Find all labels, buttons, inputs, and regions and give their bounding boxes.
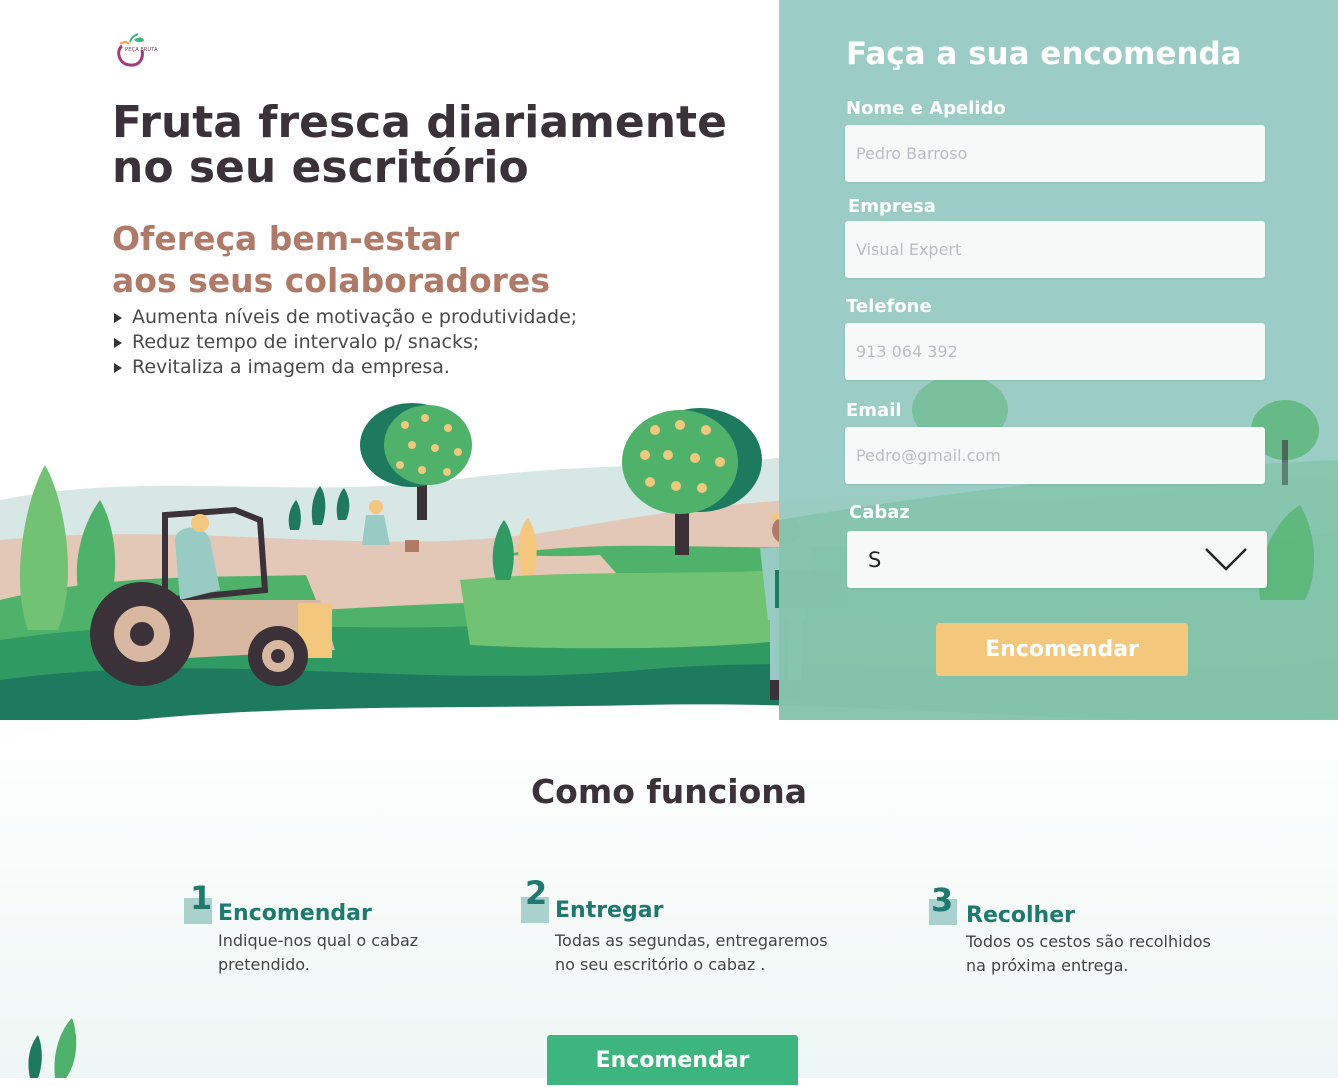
step-number: 3 (931, 881, 954, 919)
hero-subtitle-line1: Ofereça bem-estar (112, 219, 460, 258)
step-title: Recolher (966, 903, 1075, 928)
step-description-line1: Indique-nos qual o cabaz (218, 931, 419, 950)
hero-title-line1: Fruta fresca diariamente (112, 97, 727, 148)
step-number: 1 (190, 879, 213, 917)
chevron-down-icon (1205, 548, 1247, 571)
benefit-item: Aumenta níveis de motivação e produtivid… (114, 305, 577, 330)
phone-input[interactable] (845, 323, 1265, 380)
order-submit-button[interactable]: Encomendar (936, 623, 1188, 676)
benefit-item: Reduz tempo de intervalo p/ snacks; (114, 330, 577, 355)
phone-label: Telefone (846, 296, 932, 317)
step-description-line2: na próxima entrega. (966, 956, 1129, 975)
name-label: Nome e Apelido (846, 98, 1006, 119)
step-description-line1: Todos os cestos são recolhidos (966, 932, 1211, 951)
bullet-triangle-icon (114, 362, 122, 373)
step-number: 2 (525, 874, 548, 912)
order-form-title: Faça a sua encomenda (846, 36, 1242, 72)
step-title: Encomendar (218, 901, 372, 926)
step-description-line2: pretendido. (218, 955, 310, 974)
benefit-text: Revitaliza a imagem da empresa. (132, 356, 450, 378)
email-input[interactable] (845, 427, 1265, 484)
benefit-text: Reduz tempo de intervalo p/ snacks; (132, 331, 480, 353)
basket-label: Cabaz (849, 502, 910, 523)
benefit-item: Revitaliza a imagem da empresa. (114, 355, 577, 380)
bullet-triangle-icon (114, 337, 122, 348)
email-label: Email (846, 400, 902, 421)
benefits-list: Aumenta níveis de motivação e produtivid… (114, 305, 577, 380)
step-description-line1: Todas as segundas, entregaremos (555, 931, 828, 950)
hero-title: Fruta fresca diariamente no seu escritóri… (112, 100, 752, 190)
step-title: Entregar (555, 898, 664, 923)
hero-subtitle-line2: aos seus colaboradores (112, 261, 550, 300)
benefit-text: Aumenta níveis de motivação e produtivid… (132, 306, 578, 328)
hero-title-line2: no seu escritório (112, 142, 529, 193)
step-description: Indique-nos qual o cabaz pretendido. (218, 929, 518, 977)
company-input[interactable] (845, 221, 1265, 278)
basket-selected-value: S (868, 548, 882, 572)
name-input[interactable] (845, 125, 1265, 182)
how-it-works-title: Como funciona (530, 772, 808, 811)
step-description: Todos os cestos são recolhidos na próxima… (966, 930, 1266, 978)
step-description: Todas as segundas, entregaremos no seu es… (555, 929, 855, 977)
bullet-triangle-icon (114, 312, 122, 323)
basket-select[interactable]: S (847, 531, 1267, 588)
logo-text: PEÇA FRUTA (125, 47, 158, 53)
step-description-line2: no seu escritório o cabaz . (555, 955, 766, 974)
company-label: Empresa (848, 196, 936, 217)
hero-subtitle: Ofereça bem-estar aos seus colaboradores (112, 218, 632, 302)
